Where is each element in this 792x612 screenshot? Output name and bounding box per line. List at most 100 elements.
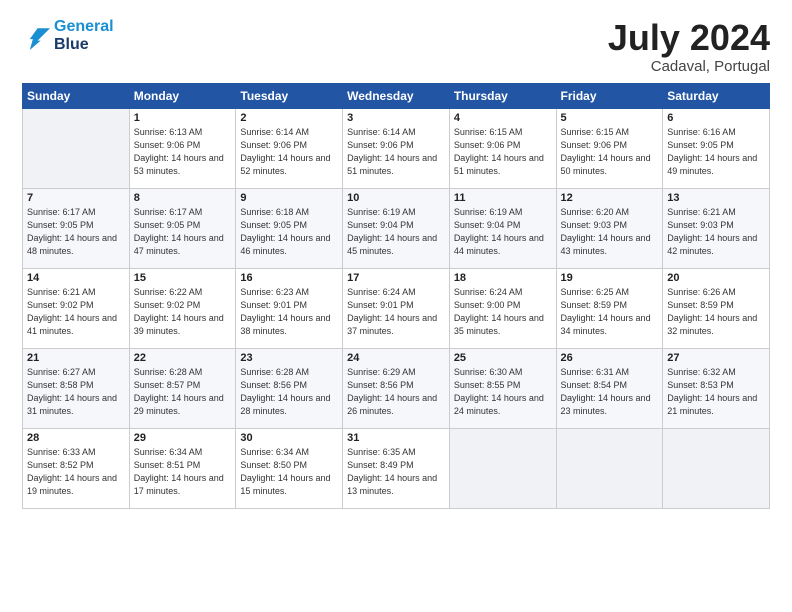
calendar-week-2: 7 Sunrise: 6:17 AM Sunset: 9:05 PM Dayli…	[23, 188, 770, 268]
sunrise-text: Sunrise: 6:32 AM	[667, 367, 736, 377]
sunrise-text: Sunrise: 6:28 AM	[134, 367, 203, 377]
cell-info: Sunrise: 6:35 AM Sunset: 8:49 PM Dayligh…	[347, 446, 445, 498]
sunset-text: Sunset: 9:03 PM	[561, 220, 628, 230]
daylight-text: Daylight: 14 hours and 52 minutes.	[240, 153, 330, 176]
sunrise-text: Sunrise: 6:14 AM	[240, 127, 309, 137]
cell-info: Sunrise: 6:26 AM Sunset: 8:59 PM Dayligh…	[667, 286, 765, 338]
sunrise-text: Sunrise: 6:18 AM	[240, 207, 309, 217]
header-row: Sunday Monday Tuesday Wednesday Thursday…	[23, 83, 770, 108]
sunrise-text: Sunrise: 6:34 AM	[240, 447, 309, 457]
sunset-text: Sunset: 9:06 PM	[134, 140, 201, 150]
calendar-cell: 19 Sunrise: 6:25 AM Sunset: 8:59 PM Dayl…	[556, 268, 663, 348]
day-number: 26	[561, 352, 659, 364]
calendar-cell: 8 Sunrise: 6:17 AM Sunset: 9:05 PM Dayli…	[129, 188, 236, 268]
sunrise-text: Sunrise: 6:19 AM	[347, 207, 416, 217]
calendar-cell: 25 Sunrise: 6:30 AM Sunset: 8:55 PM Dayl…	[449, 348, 556, 428]
header: General Blue July 2024 Cadaval, Portugal	[22, 18, 770, 75]
sunset-text: Sunset: 9:01 PM	[347, 300, 414, 310]
daylight-text: Daylight: 14 hours and 51 minutes.	[347, 153, 437, 176]
cell-info: Sunrise: 6:21 AM Sunset: 9:03 PM Dayligh…	[667, 206, 765, 258]
calendar-cell: 3 Sunrise: 6:14 AM Sunset: 9:06 PM Dayli…	[343, 108, 450, 188]
calendar-cell: 24 Sunrise: 6:29 AM Sunset: 8:56 PM Dayl…	[343, 348, 450, 428]
cell-info: Sunrise: 6:16 AM Sunset: 9:05 PM Dayligh…	[667, 126, 765, 178]
col-saturday: Saturday	[663, 83, 770, 108]
col-friday: Friday	[556, 83, 663, 108]
title-block: July 2024 Cadaval, Portugal	[608, 18, 770, 75]
cell-info: Sunrise: 6:15 AM Sunset: 9:06 PM Dayligh…	[454, 126, 552, 178]
daylight-text: Daylight: 14 hours and 31 minutes.	[27, 393, 117, 416]
sunrise-text: Sunrise: 6:22 AM	[134, 287, 203, 297]
sunrise-text: Sunrise: 6:25 AM	[561, 287, 630, 297]
cell-info: Sunrise: 6:19 AM Sunset: 9:04 PM Dayligh…	[347, 206, 445, 258]
day-number: 3	[347, 112, 445, 124]
logo: General Blue	[22, 18, 114, 55]
calendar-cell: 14 Sunrise: 6:21 AM Sunset: 9:02 PM Dayl…	[23, 268, 130, 348]
sunrise-text: Sunrise: 6:34 AM	[134, 447, 203, 457]
cell-info: Sunrise: 6:21 AM Sunset: 9:02 PM Dayligh…	[27, 286, 125, 338]
daylight-text: Daylight: 14 hours and 13 minutes.	[347, 473, 437, 496]
sunrise-text: Sunrise: 6:16 AM	[667, 127, 736, 137]
calendar-cell	[663, 428, 770, 508]
sunset-text: Sunset: 8:50 PM	[240, 460, 307, 470]
sunset-text: Sunset: 9:06 PM	[561, 140, 628, 150]
daylight-text: Daylight: 14 hours and 43 minutes.	[561, 233, 651, 256]
calendar-cell: 6 Sunrise: 6:16 AM Sunset: 9:05 PM Dayli…	[663, 108, 770, 188]
daylight-text: Daylight: 14 hours and 47 minutes.	[134, 233, 224, 256]
sunset-text: Sunset: 8:54 PM	[561, 380, 628, 390]
daylight-text: Daylight: 14 hours and 15 minutes.	[240, 473, 330, 496]
day-number: 27	[667, 352, 765, 364]
sunset-text: Sunset: 9:06 PM	[240, 140, 307, 150]
calendar-cell: 27 Sunrise: 6:32 AM Sunset: 8:53 PM Dayl…	[663, 348, 770, 428]
sunrise-text: Sunrise: 6:19 AM	[454, 207, 523, 217]
daylight-text: Daylight: 14 hours and 19 minutes.	[27, 473, 117, 496]
calendar-week-3: 14 Sunrise: 6:21 AM Sunset: 9:02 PM Dayl…	[23, 268, 770, 348]
calendar-cell: 4 Sunrise: 6:15 AM Sunset: 9:06 PM Dayli…	[449, 108, 556, 188]
day-number: 1	[134, 112, 232, 124]
sunrise-text: Sunrise: 6:15 AM	[454, 127, 523, 137]
calendar-week-1: 1 Sunrise: 6:13 AM Sunset: 9:06 PM Dayli…	[23, 108, 770, 188]
day-number: 13	[667, 192, 765, 204]
sunset-text: Sunset: 8:49 PM	[347, 460, 414, 470]
cell-info: Sunrise: 6:28 AM Sunset: 8:57 PM Dayligh…	[134, 366, 232, 418]
calendar-cell: 31 Sunrise: 6:35 AM Sunset: 8:49 PM Dayl…	[343, 428, 450, 508]
sunset-text: Sunset: 8:56 PM	[240, 380, 307, 390]
cell-info: Sunrise: 6:30 AM Sunset: 8:55 PM Dayligh…	[454, 366, 552, 418]
sunset-text: Sunset: 8:57 PM	[134, 380, 201, 390]
cell-info: Sunrise: 6:18 AM Sunset: 9:05 PM Dayligh…	[240, 206, 338, 258]
sunrise-text: Sunrise: 6:35 AM	[347, 447, 416, 457]
sunrise-text: Sunrise: 6:24 AM	[347, 287, 416, 297]
calendar-cell: 7 Sunrise: 6:17 AM Sunset: 9:05 PM Dayli…	[23, 188, 130, 268]
daylight-text: Daylight: 14 hours and 44 minutes.	[454, 233, 544, 256]
daylight-text: Daylight: 14 hours and 49 minutes.	[667, 153, 757, 176]
daylight-text: Daylight: 14 hours and 26 minutes.	[347, 393, 437, 416]
sunset-text: Sunset: 9:01 PM	[240, 300, 307, 310]
sunrise-text: Sunrise: 6:33 AM	[27, 447, 96, 457]
calendar-cell	[449, 428, 556, 508]
col-monday: Monday	[129, 83, 236, 108]
sunset-text: Sunset: 8:52 PM	[27, 460, 94, 470]
sunset-text: Sunset: 9:06 PM	[454, 140, 521, 150]
sunrise-text: Sunrise: 6:20 AM	[561, 207, 630, 217]
calendar-cell: 22 Sunrise: 6:28 AM Sunset: 8:57 PM Dayl…	[129, 348, 236, 428]
day-number: 2	[240, 112, 338, 124]
calendar-cell: 30 Sunrise: 6:34 AM Sunset: 8:50 PM Dayl…	[236, 428, 343, 508]
calendar-title: July 2024	[608, 18, 770, 58]
cell-info: Sunrise: 6:31 AM Sunset: 8:54 PM Dayligh…	[561, 366, 659, 418]
cell-info: Sunrise: 6:17 AM Sunset: 9:05 PM Dayligh…	[134, 206, 232, 258]
sunset-text: Sunset: 9:05 PM	[134, 220, 201, 230]
daylight-text: Daylight: 14 hours and 34 minutes.	[561, 313, 651, 336]
cell-info: Sunrise: 6:19 AM Sunset: 9:04 PM Dayligh…	[454, 206, 552, 258]
day-number: 9	[240, 192, 338, 204]
cell-info: Sunrise: 6:22 AM Sunset: 9:02 PM Dayligh…	[134, 286, 232, 338]
sunset-text: Sunset: 8:53 PM	[667, 380, 734, 390]
sunrise-text: Sunrise: 6:21 AM	[667, 207, 736, 217]
daylight-text: Daylight: 14 hours and 41 minutes.	[27, 313, 117, 336]
daylight-text: Daylight: 14 hours and 21 minutes.	[667, 393, 757, 416]
cell-info: Sunrise: 6:24 AM Sunset: 9:01 PM Dayligh…	[347, 286, 445, 338]
sunrise-text: Sunrise: 6:28 AM	[240, 367, 309, 377]
cell-info: Sunrise: 6:23 AM Sunset: 9:01 PM Dayligh…	[240, 286, 338, 338]
day-number: 15	[134, 272, 232, 284]
day-number: 22	[134, 352, 232, 364]
day-number: 25	[454, 352, 552, 364]
sunset-text: Sunset: 9:04 PM	[454, 220, 521, 230]
